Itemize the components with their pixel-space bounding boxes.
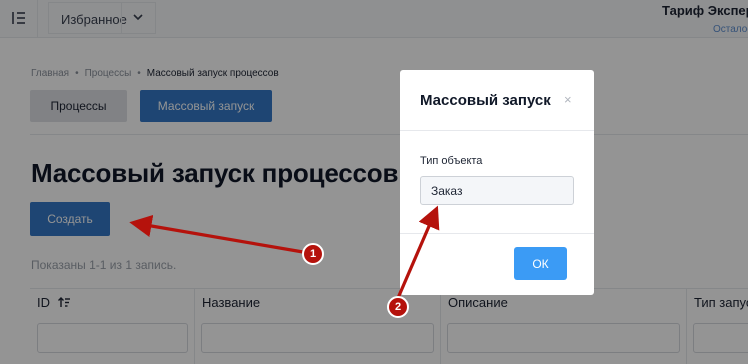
annotation-badge-2: 2 <box>387 296 409 318</box>
annotation-arrow-1 <box>129 214 304 254</box>
annotation-arrow-2 <box>396 205 440 299</box>
annotation-badge-1: 1 <box>302 243 324 265</box>
annotation-arrows <box>129 205 440 299</box>
